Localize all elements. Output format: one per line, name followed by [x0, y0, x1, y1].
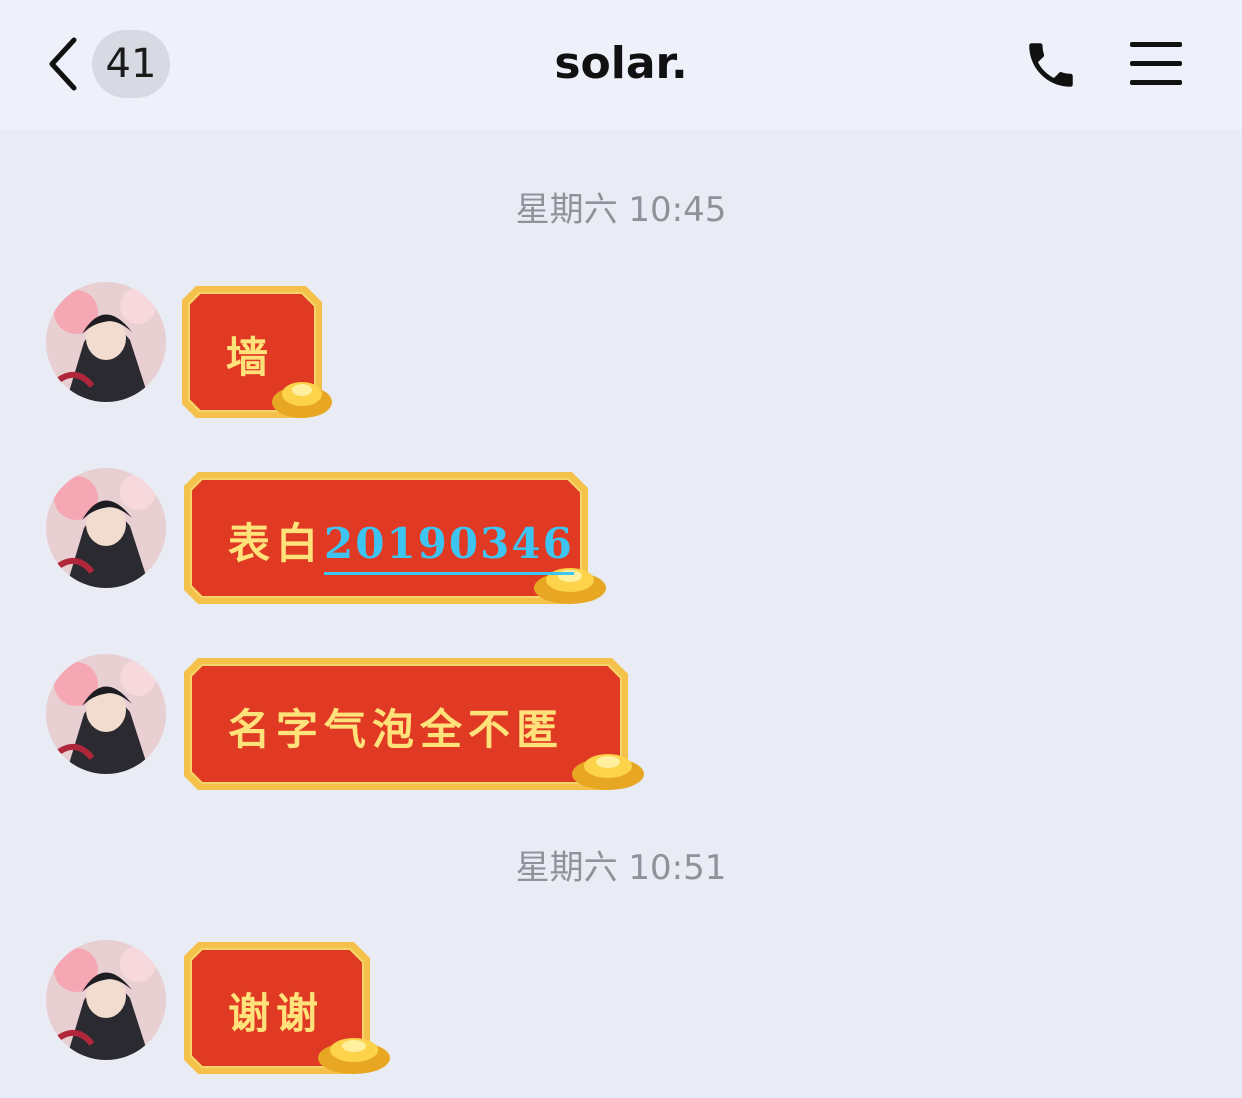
timestamp: 星期六 10:51 — [515, 848, 727, 888]
message-bubble[interactable]: 谢谢 — [184, 942, 390, 1082]
phone-icon[interactable] — [1022, 36, 1080, 94]
avatar[interactable] — [46, 940, 166, 1060]
message-bubble[interactable]: 墙 — [182, 286, 338, 426]
chat-header: 41 solar. — [0, 0, 1242, 130]
hamburger-menu-icon[interactable] — [1128, 40, 1184, 88]
avatar[interactable] — [46, 654, 166, 774]
chevron-left-icon[interactable] — [44, 36, 84, 92]
message-text: 谢谢 — [228, 989, 325, 1038]
avatar[interactable] — [46, 282, 166, 402]
message-text: 表白 — [228, 519, 325, 568]
message-bubble[interactable]: 名字气泡全不匿 — [184, 658, 646, 798]
message-link[interactable]: 20190346 — [324, 519, 574, 575]
unread-count-badge[interactable]: 41 — [92, 30, 170, 98]
timestamp: 星期六 10:45 — [515, 190, 727, 230]
avatar[interactable] — [46, 468, 166, 588]
message-text: 名字气泡全不匿 — [228, 705, 565, 754]
message-text: 墙 — [226, 333, 275, 382]
message-bubble[interactable]: 表白20190346 — [184, 472, 606, 612]
